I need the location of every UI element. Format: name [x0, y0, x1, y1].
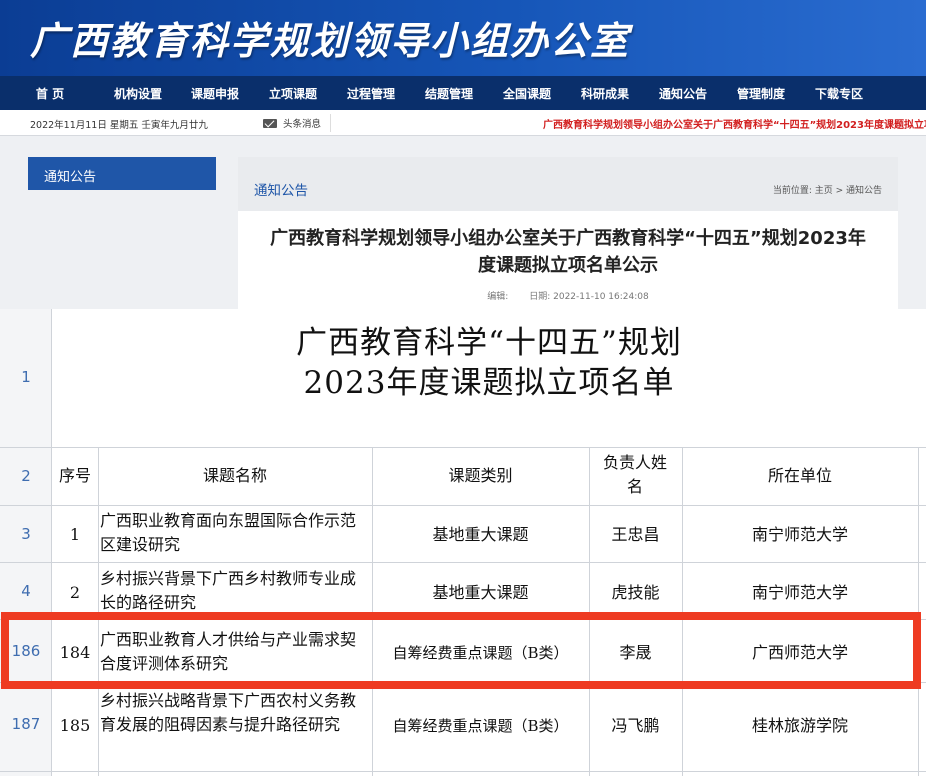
row-number[interactable]: 187: [0, 715, 52, 733]
cell-name[interactable]: 乡村振兴背景下广西乡村教师专业成长的路径研究: [100, 567, 368, 619]
row-number[interactable]: 2: [0, 467, 52, 485]
cell-leader[interactable]: 冯飞鹏: [589, 714, 682, 738]
cell-seq[interactable]: 1: [52, 523, 98, 547]
gridline: [0, 447, 926, 448]
cell-unit[interactable]: 南宁师范大学: [682, 523, 918, 547]
headline-news: 头条消息: [263, 116, 321, 130]
cell-name[interactable]: 广西职业教育人才供给与产业需求契合度评测体系研究: [100, 628, 368, 678]
article-panel-header: 通知公告 当前位置: 主页 > 通知公告: [238, 157, 898, 211]
sheet-title-line-2: 2023年度课题拟立项名单: [303, 365, 675, 401]
cell-leader[interactable]: 李晟: [589, 641, 682, 665]
sheet-title[interactable]: 广西教育科学“十四五”规划 2023年度课题拟立项名单: [52, 323, 926, 403]
gridline: [98, 447, 99, 776]
nav-conclusion[interactable]: 结题管理: [410, 85, 488, 102]
gridline: [918, 447, 919, 776]
cell-category[interactable]: 基地重大课题: [372, 581, 589, 605]
nav-regulations[interactable]: 管理制度: [722, 85, 800, 102]
cell-leader[interactable]: 虎技能: [589, 581, 682, 605]
section-title: 通知公告: [254, 183, 308, 199]
header-name[interactable]: 课题名称: [98, 464, 372, 488]
gridline: [0, 619, 926, 620]
nav-home[interactable]: 首 页: [0, 85, 100, 102]
info-bar: 2022年11月11日 星期五 壬寅年九月廿九 头条消息 广西教育科学规划领导小…: [0, 110, 926, 136]
sheet-title-line-1: 广西教育科学“十四五”规划: [296, 325, 682, 361]
gridline: [0, 771, 926, 772]
nav-notices[interactable]: 通知公告: [644, 85, 722, 102]
cell-seq[interactable]: 184: [52, 641, 98, 665]
news-label: 头条消息: [283, 119, 322, 130]
cell-category[interactable]: 自筹经费重点课题（B类）: [372, 714, 589, 738]
article-title: 广西教育科学规划领导小组办公室关于广西教育科学“十四五”规划2023年度课题拟立…: [270, 228, 866, 276]
row-number[interactable]: 4: [0, 582, 52, 600]
header-leader[interactable]: 负责人姓名: [597, 451, 673, 499]
cell-category[interactable]: 自筹经费重点课题（B类）: [372, 641, 589, 665]
cell-unit[interactable]: 南宁师范大学: [682, 581, 918, 605]
date-line: 2022年11月11日 星期五 壬寅年九月廿九: [30, 120, 208, 131]
row-number[interactable]: 3: [0, 525, 52, 543]
cell-unit[interactable]: 广西师范大学: [682, 641, 918, 665]
cell-name[interactable]: 广西职业教育面向东盟国际合作示范区建设研究: [100, 509, 368, 559]
headline-marquee-link[interactable]: 广西教育科学规划领导小组办公室关于广西教育科学“十四五”规划2023年度课题拟立…: [543, 116, 926, 131]
spreadsheet: 1 2 3 4 186 187 广西教育科学“十四五”规划 2023年度课题拟立…: [0, 309, 926, 776]
site-banner: 广西教育科学规划领导小组办公室: [0, 0, 926, 76]
article-meta: 编辑: 日期: 2022-11-10 16:24:08: [238, 289, 898, 302]
header-unit[interactable]: 所在单位: [682, 464, 918, 488]
editor-label: 编辑:: [487, 292, 509, 302]
divider: [330, 114, 331, 132]
cell-unit[interactable]: 桂林旅游学院: [682, 714, 918, 738]
cell-seq[interactable]: 185: [52, 714, 98, 738]
gridline: [0, 562, 926, 563]
breadcrumb: 当前位置: 主页 > 通知公告: [772, 186, 882, 196]
header-category[interactable]: 课题类别: [372, 464, 589, 488]
nav-downloads[interactable]: 下载专区: [800, 85, 878, 102]
website-page: 广西教育科学规划领导小组办公室 首 页 机构设置 课题申报 立项课题 过程管理 …: [0, 0, 926, 309]
sidebar-heading[interactable]: 通知公告: [28, 157, 216, 190]
gridline: [0, 682, 926, 683]
cell-name[interactable]: 乡村振兴战略背景下广西农村义务教育发展的阻碍因素与提升路径研究: [100, 689, 368, 767]
cell-category[interactable]: 基地重大课题: [372, 523, 589, 547]
cell-leader[interactable]: 王忠昌: [589, 523, 682, 547]
nav-organization[interactable]: 机构设置: [100, 85, 176, 102]
row-number[interactable]: 186: [0, 642, 52, 660]
nav-apply[interactable]: 课题申报: [176, 85, 254, 102]
nav-process[interactable]: 过程管理: [332, 85, 410, 102]
main-nav: 首 页 机构设置 课题申报 立项课题 过程管理 结题管理 全国课题 科研成果 通…: [0, 76, 926, 110]
header-seq[interactable]: 序号: [52, 464, 98, 488]
nav-approved[interactable]: 立项课题: [254, 85, 332, 102]
article-panel: 通知公告 当前位置: 主页 > 通知公告 广西教育科学规划领导小组办公室关于广西…: [238, 157, 898, 309]
nav-achievements[interactable]: 科研成果: [566, 85, 644, 102]
nav-national[interactable]: 全国课题: [488, 85, 566, 102]
mail-icon: [263, 118, 277, 128]
publish-date: 日期: 2022-11-10 16:24:08: [529, 292, 649, 302]
site-title: 广西教育科学规划领导小组办公室: [30, 19, 631, 63]
gridline: [0, 505, 926, 506]
cell-seq[interactable]: 2: [52, 581, 98, 605]
row-number[interactable]: 1: [0, 368, 52, 386]
